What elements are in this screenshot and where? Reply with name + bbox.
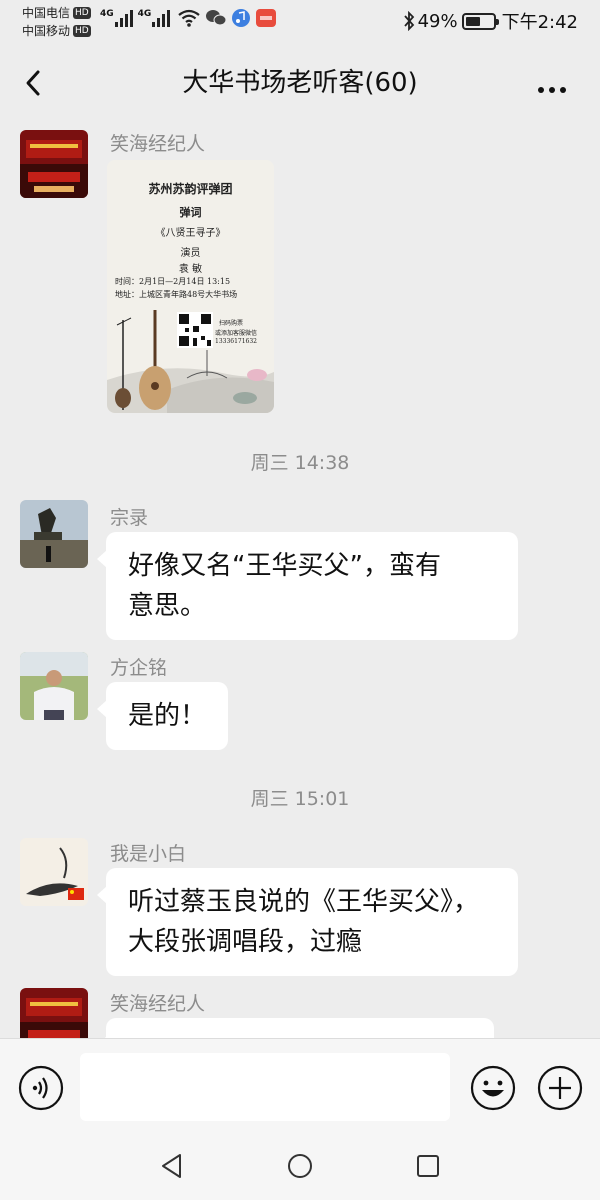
network-type-1: 4G: [100, 9, 114, 19]
avatar[interactable]: [20, 988, 88, 1038]
status-icons: 4G 4G: [100, 8, 277, 28]
avatar[interactable]: [20, 130, 88, 198]
signal-icon: [152, 10, 171, 27]
chat-title: 大华书场老听客(60): [182, 68, 418, 98]
message-text-line: 听过蔡玉良说的《王华买父》，: [128, 887, 480, 917]
battery-percent: 49%: [417, 10, 458, 32]
network-type-2: 4G: [137, 9, 152, 19]
sender-name: 方企铭: [110, 657, 168, 679]
signal-icon: [114, 10, 133, 27]
sender-name: 宗录: [110, 507, 149, 529]
status-right: 49% 下午2:42: [402, 8, 578, 34]
message-text-line: 是的！: [128, 701, 207, 731]
wifi-icon: [178, 9, 200, 27]
voice-input-icon[interactable]: [18, 1065, 64, 1111]
clock: 下午2:42: [501, 12, 578, 33]
avatar[interactable]: [20, 838, 88, 906]
message-input[interactable]: [80, 1053, 450, 1121]
poster-actor: 袁 敏: [178, 264, 203, 275]
poster-troupe: 苏州苏韵评弹团: [148, 182, 233, 196]
poster-time: 时间：2月1日—2月14日 13:15: [115, 277, 231, 286]
poster-qr-label: 扫码购票: [219, 320, 244, 327]
sender-name: 笑海经纪人: [110, 993, 206, 1015]
wechat-icon: [206, 10, 227, 26]
sender-name: 我是小白: [110, 843, 187, 865]
poster-image[interactable]: 苏州苏韵评弹团 弹词 《八贤王寻子》 演员 袁 敏 时间：2月1日—2月14日 …: [107, 160, 274, 413]
carrier-info: 中国电信 HD 中国移动 HD: [22, 4, 91, 40]
huawei-app-icon: [256, 9, 277, 27]
nav-home-icon[interactable]: [286, 1152, 314, 1180]
message-text-line: 好像又名“王华买父”，蛮有: [128, 551, 441, 581]
music-app-icon: [232, 9, 251, 27]
hd-badge-2: HD: [73, 25, 91, 37]
emoji-icon[interactable]: [470, 1065, 516, 1111]
poster-genre: 弹词: [179, 206, 202, 219]
timestamp: 周三 15:01: [250, 788, 350, 810]
nav-back-icon[interactable]: [158, 1152, 186, 1180]
chat-message-list[interactable]: 笑海经纪人 苏州苏韵评弹团 弹词 《八贤王寻子》 演员 袁 敏 时间：2月1日—…: [0, 122, 600, 1038]
message-bubble[interactable]: 是的！: [96, 682, 229, 750]
message-bubble[interactable]: 好像又名“王华买父”，蛮有 意思。: [97, 532, 518, 640]
avatar[interactable]: [20, 652, 88, 720]
carrier-2: 中国移动: [22, 24, 71, 38]
system-nav-bar: [0, 1134, 600, 1200]
poster-actor-label: 演员: [180, 248, 201, 259]
timestamp: 周三 14:38: [250, 452, 350, 474]
hd-badge-1: HD: [73, 7, 91, 19]
status-bar: 中国电信 HD 中国移动 HD 4G 4G 49% 下午2:42: [0, 0, 600, 44]
bluetooth-icon: [403, 11, 414, 31]
chat-header: 大华书场老听客(60): [0, 44, 600, 122]
battery-icon: [461, 12, 499, 30]
sender-name: 笑海经纪人: [110, 133, 206, 155]
message-text-line: 大段张调唱段，过瘾: [128, 927, 363, 957]
poster-qr-sublabel: 或添加客服微信: [215, 330, 258, 337]
avatar[interactable]: [20, 500, 88, 568]
poster-play: 《八贤王寻子》: [155, 228, 226, 239]
poster-address: 地址：上城区青年路48号大华书场: [115, 290, 238, 299]
plus-icon[interactable]: [537, 1065, 583, 1111]
message-text-line: 意思。: [128, 591, 207, 621]
nav-recent-apps-icon[interactable]: [414, 1152, 442, 1180]
message-bubble[interactable]: 听过蔡玉良说的《王华买父》， 大段张调唱段，过瘾: [97, 868, 518, 976]
carrier-1: 中国电信: [22, 6, 71, 20]
poster-phone: 13336171632: [215, 338, 257, 345]
input-bar: [0, 1038, 600, 1134]
message-bubble[interactable]: [97, 1018, 494, 1038]
more-options-icon[interactable]: [538, 78, 572, 93]
